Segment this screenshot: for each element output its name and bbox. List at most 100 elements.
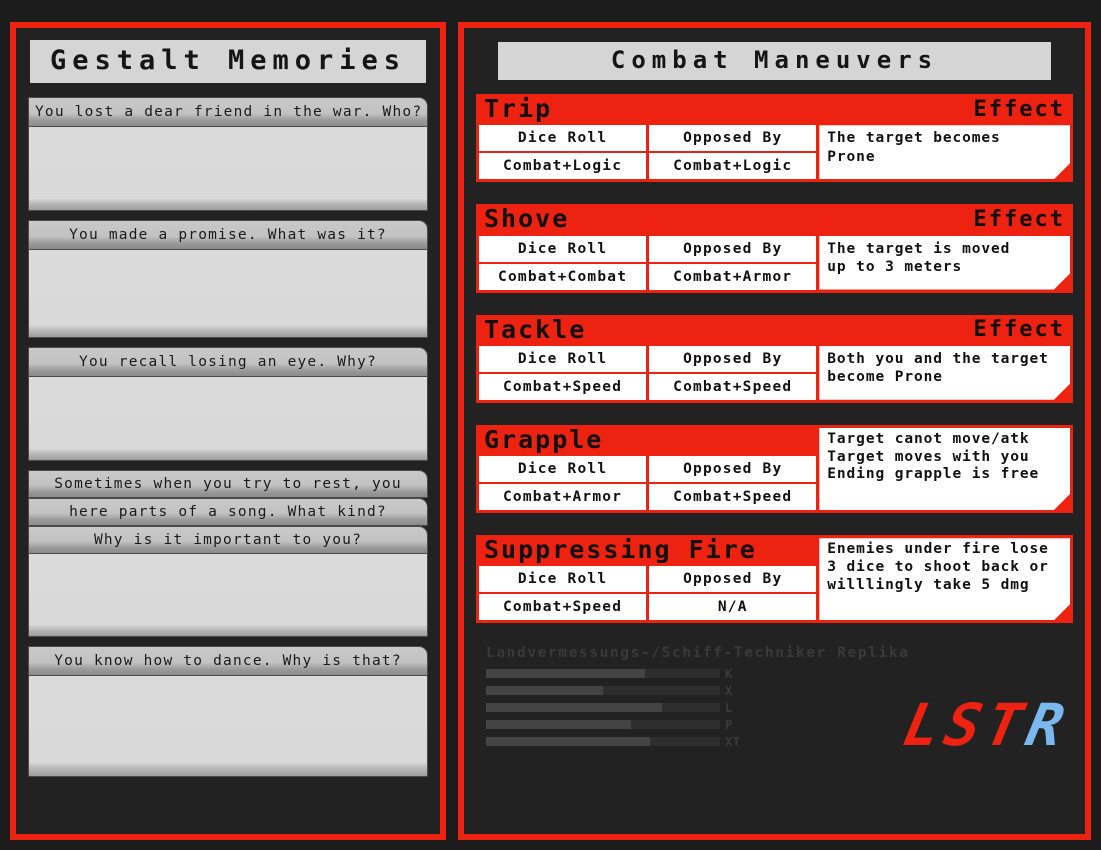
maneuver-card: Grapple Effect Dice Roll Opposed By Comb…: [476, 424, 1073, 513]
dice-roll-header: Dice Roll: [479, 235, 647, 262]
maneuver-body: Dice Roll Opposed By Combat+Speed N/A En…: [476, 566, 1073, 624]
table-row: Combat+Armor Combat+Speed: [479, 484, 817, 510]
opposed-by-header: Opposed By: [649, 235, 817, 262]
table-row: Dice Roll Opposed By: [479, 235, 817, 264]
gestalt-memories-inner: Gestalt Memories You lost a dear friend …: [16, 28, 440, 834]
table-row: Combat+Speed Combat+Speed: [479, 373, 817, 400]
effect-text: The target becomes Prone: [819, 125, 1070, 179]
memory-answer-field[interactable]: [28, 127, 428, 211]
table-row: Combat+Speed N/A: [479, 594, 817, 621]
memory-question-cont: here parts of a song. What kind?: [28, 498, 428, 526]
maneuver-stat-columns: Dice Roll Opposed By Combat+Speed N/A: [476, 566, 817, 621]
replica-model-caption: Landvermessungs-/Schiff-Techniker Replik…: [486, 645, 910, 662]
memory-question: You made a promise. What was it?: [28, 220, 428, 250]
dice-roll-header: Dice Roll: [479, 456, 647, 482]
maneuver-name: Shove: [484, 204, 570, 234]
memory-question: You lost a dear friend in the war. Who?: [28, 97, 428, 127]
maneuver-name: Tackle: [484, 314, 587, 344]
status-bar-row: L: [486, 700, 748, 715]
dice-roll-header: Dice Roll: [479, 345, 647, 372]
memory-answer-field[interactable]: [28, 554, 428, 637]
combat-maneuvers-inner: Combat Maneuvers Trip Effect Dice Roll O…: [464, 28, 1085, 834]
maneuver-name: Grapple: [484, 424, 604, 454]
memory-answer-field[interactable]: [28, 676, 428, 777]
dice-roll-header: Dice Roll: [479, 125, 647, 152]
dice-roll-value: Combat+Speed: [479, 594, 647, 621]
dice-roll-value: Combat+Logic: [479, 153, 647, 180]
memory-answer-field[interactable]: [28, 250, 428, 338]
effect-column-label: Effect: [973, 317, 1065, 343]
status-bar-fill: [486, 703, 662, 713]
maneuver-header: Tackle Effect: [476, 314, 1073, 346]
status-bar-track: [486, 703, 720, 713]
status-bar-track: [486, 720, 720, 730]
status-bar-track: [486, 686, 720, 696]
lstr-logo: LSTR: [898, 691, 1076, 759]
status-bar-fill: [486, 669, 646, 679]
opposed-by-value: Combat+Speed: [649, 373, 817, 400]
table-row: Combat+Logic Combat+Logic: [479, 153, 817, 180]
opposed-by-header: Opposed By: [649, 566, 817, 593]
effect-text: Both you and the target become Prone: [819, 346, 1070, 400]
page-title-gestalt-memories: Gestalt Memories: [30, 40, 426, 83]
maneuver-body: Dice Roll Opposed By Combat+Logic Combat…: [476, 125, 1073, 183]
table-row: Combat+Combat Combat+Armor: [479, 263, 817, 290]
footer-watermark: Landvermessungs-/Schiff-Techniker Replik…: [486, 645, 1076, 760]
dice-roll-header: Dice Roll: [479, 566, 647, 593]
opposed-by-header: Opposed By: [649, 345, 817, 372]
status-bar-fill: [486, 737, 650, 747]
memory-question: Sometimes when you try to rest, you: [28, 470, 428, 498]
table-row: Dice Roll Opposed By: [479, 125, 817, 153]
status-bar-track: [486, 669, 720, 679]
maneuver-body: Dice Roll Opposed By Combat+Combat Comba…: [476, 235, 1073, 293]
maneuver-stat-columns: Dice Roll Opposed By Combat+Armor Combat…: [476, 456, 817, 510]
effect-column-label: Effect: [973, 96, 1065, 122]
status-bar-fill: [486, 686, 603, 696]
maneuver-body: Dice Roll Opposed By Combat+Armor Combat…: [476, 456, 1073, 513]
effect-text: The target is moved up to 3 meters: [819, 236, 1070, 290]
memory-block: You lost a dear friend in the war. Who?: [28, 97, 428, 211]
table-row: Dice Roll Opposed By: [479, 456, 817, 484]
opposed-by-value: Combat+Speed: [649, 484, 817, 510]
maneuver-stat-columns: Dice Roll Opposed By Combat+Combat Comba…: [476, 235, 817, 290]
table-row: Dice Roll Opposed By: [479, 566, 817, 594]
status-bar-group: K X L P XT: [486, 666, 748, 749]
maneuver-header: Trip Effect: [476, 94, 1073, 126]
status-bar-fill: [486, 720, 632, 730]
status-bar-label: K: [725, 666, 733, 681]
lstr-logo-primary: LST: [898, 691, 1036, 760]
memory-block: You recall losing an eye. Why?: [28, 347, 428, 461]
status-bar-row: X: [486, 683, 748, 698]
memory-question: You recall losing an eye. Why?: [28, 347, 428, 377]
effect-text: Enemies under fire lose 3 dice to shoot …: [819, 538, 1070, 620]
gestalt-memories-panel: Gestalt Memories You lost a dear friend …: [10, 22, 446, 840]
status-bar-label: P: [725, 717, 733, 732]
table-row: Dice Roll Opposed By: [479, 345, 817, 374]
status-bar-label: L: [725, 700, 733, 715]
maneuver-header: Shove Effect: [476, 204, 1073, 236]
dice-roll-value: Combat+Speed: [479, 373, 647, 400]
maneuver-stat-columns: Dice Roll Opposed By Combat+Logic Combat…: [476, 125, 817, 180]
status-bar-row: K: [486, 666, 748, 681]
maneuver-card: Suppressing Fire Effect Dice Roll Oppose…: [476, 535, 1073, 624]
status-bar-row: XT: [486, 734, 748, 749]
maneuver-name: Trip: [484, 94, 553, 123]
status-bar-label: X: [725, 683, 733, 698]
maneuver-card: Tackle Effect Dice Roll Opposed By Comba…: [476, 314, 1073, 403]
character-sheet: Gestalt Memories You lost a dear friend …: [0, 0, 1101, 850]
effect-column-label: Effect: [973, 206, 1065, 232]
dice-roll-value: Combat+Combat: [479, 263, 647, 290]
opposed-by-value: N/A: [649, 594, 817, 621]
status-bar-row: P: [486, 717, 748, 732]
status-bar-label: XT: [725, 734, 741, 749]
memory-question-followup: Why is it important to you?: [28, 526, 428, 554]
maneuver-card: Shove Effect Dice Roll Opposed By Combat…: [476, 204, 1073, 293]
status-bar-track: [486, 737, 720, 747]
maneuver-name: Suppressing Fire: [484, 535, 757, 564]
opposed-by-header: Opposed By: [649, 125, 817, 152]
page-title-combat-maneuvers: Combat Maneuvers: [498, 42, 1051, 80]
maneuver-body: Dice Roll Opposed By Combat+Speed Combat…: [476, 345, 1073, 403]
memory-question: You know how to dance. Why is that?: [28, 646, 428, 676]
memory-block: You know how to dance. Why is that?: [28, 646, 428, 777]
memory-answer-field[interactable]: [28, 377, 428, 461]
